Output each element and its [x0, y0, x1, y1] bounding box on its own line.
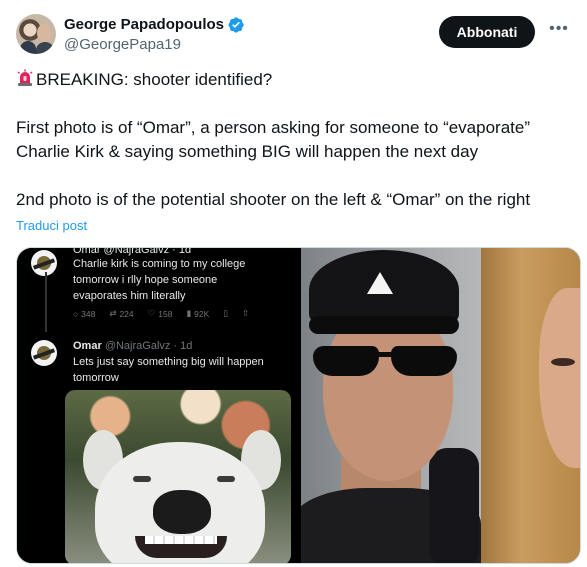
repost-count: 224 [119, 308, 134, 319]
author-display-name[interactable]: George Papadopoulos [64, 15, 224, 35]
post-line-2: First photo is of “Omar”, a person askin… [16, 118, 531, 137]
thread-connector [45, 272, 47, 332]
sunglasses [313, 346, 461, 376]
post-line-4: 2nd photo is of the potential shooter on… [16, 190, 531, 209]
repost-stat: ⇄ 224 [109, 308, 133, 319]
reply-count: 348 [81, 308, 96, 319]
second-tweet-line: Lets just say something big will happen [73, 356, 264, 368]
author-display-name-row[interactable]: George Papadopoulos [64, 15, 245, 35]
first-tweet-line: tomorrow i rlly hope someone [73, 274, 218, 286]
author-handle[interactable]: @GeorgePapa19 [64, 35, 245, 55]
more-horizontal-icon[interactable]: ••• [547, 20, 571, 44]
verified-badge-icon [228, 17, 244, 33]
second-tweet-header: Omar @NajraGalvz · 1d [73, 338, 293, 354]
media-grid[interactable]: Omar @NajraGalvz · 1d Charlie kirk is co… [16, 247, 581, 564]
black-cap [309, 250, 459, 334]
post-headline: BREAKING: shooter identified? [36, 70, 273, 89]
post-line-3: Charlie Kirk & saying something BIG will… [16, 142, 479, 161]
author-avatar[interactable] [16, 14, 56, 54]
share-icon: ⇧ [241, 308, 250, 318]
second-tweet-line: tomorrow [73, 372, 119, 384]
views-count: 92K [194, 308, 210, 319]
reply-icon: ○ [73, 308, 79, 319]
second-tweet-handle: @NajraGalvz · 1d [104, 340, 193, 352]
reply-stat: ○ 348 [73, 309, 95, 319]
post-line-1: BREAKING: shooter identified? [16, 68, 576, 92]
second-tweet-text: Lets just say something big will happen … [73, 354, 293, 386]
post-header: George Papadopoulos @GeorgePapa19 Abbona… [16, 14, 571, 58]
second-tweet-name: Omar [73, 340, 102, 352]
like-count: 158 [158, 308, 173, 319]
smiling-dog-photo [65, 390, 291, 563]
like-stat: ♡ 158 [148, 308, 173, 319]
first-tweet-text: Charlie kirk is coming to my college tom… [73, 256, 293, 304]
follow-button[interactable]: Abbonati [439, 16, 535, 48]
screenshot-image[interactable]: Omar @NajraGalvz · 1d Charlie kirk is co… [17, 248, 299, 563]
views-stat: ▮ 92K [186, 308, 209, 319]
author-names: George Papadopoulos @GeorgePapa19 [64, 15, 245, 55]
post-text: BREAKING: shooter identified? First phot… [16, 68, 576, 212]
first-tweet-line: evaporates him literally [73, 290, 186, 302]
first-tweet-stats: ○ 348 ⇄ 224 ♡ 158 ▮ 92K ▯ ⇧ [73, 308, 249, 319]
omar-avatar [31, 340, 57, 366]
heart-icon: ♡ [147, 308, 156, 318]
siren-emoji-icon [17, 69, 33, 86]
second-embedded-tweet: Omar @NajraGalvz · 1d Lets just say some… [25, 338, 295, 388]
omar-avatar [31, 250, 57, 276]
first-tweet-line: Charlie kirk is coming to my college [73, 258, 246, 270]
repost-icon: ⇄ [109, 308, 117, 318]
bookmark-icon: ▯ [223, 308, 228, 318]
translate-post-link[interactable]: Traduci post [16, 218, 87, 233]
views-icon: ▮ [186, 308, 192, 318]
side-by-side-photo[interactable] [301, 248, 580, 563]
first-embedded-tweet: Omar @NajraGalvz · 1d Charlie kirk is co… [25, 248, 295, 342]
